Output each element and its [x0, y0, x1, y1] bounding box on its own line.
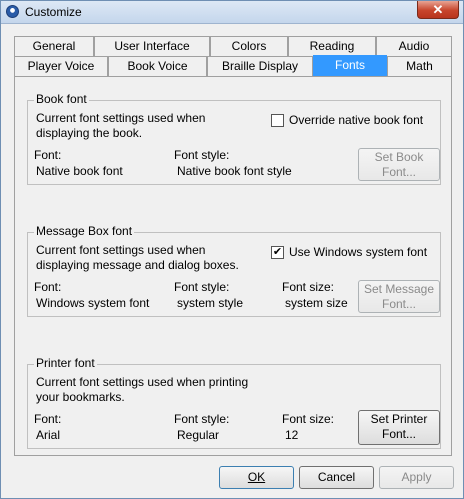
book-font-desc-line2: displaying the book. — [36, 126, 143, 140]
tab-fonts[interactable]: Fonts — [313, 55, 387, 76]
set-printer-font-button[interactable]: Set Printer Font... — [358, 410, 440, 445]
message-font-label: Font: — [34, 280, 62, 294]
tab-general[interactable]: General — [14, 36, 94, 56]
message-font-desc-line1: Current font settings used when — [36, 243, 206, 257]
printer-font-group: Printer font Current font settings used … — [27, 356, 441, 449]
ok-label: OK — [247, 470, 266, 484]
override-native-font-label[interactable]: Override native book font — [289, 113, 423, 128]
tab-braille-display[interactable]: Braille Display — [207, 56, 313, 76]
message-box-font-legend: Message Box font — [34, 224, 135, 238]
window-title: Customize — [25, 5, 82, 19]
app-icon — [6, 5, 19, 18]
printer-font-value: Arial — [36, 428, 61, 442]
printer-font-desc-line2: your bookmarks. — [36, 390, 125, 404]
printer-font-style-label: Font style: — [174, 412, 230, 426]
printer-font-label: Font: — [34, 412, 62, 426]
message-font-style-label: Font style: — [174, 280, 230, 294]
tab-user-interface[interactable]: User Interface — [94, 36, 210, 56]
customize-window: Customize ✕ General User Interface Color… — [0, 0, 464, 499]
ok-button[interactable]: OK — [219, 466, 294, 489]
printer-font-size-value: 12 — [285, 428, 299, 442]
message-font-size-label: Font size: — [282, 280, 335, 294]
set-printer-font-line1: Set Printer — [370, 412, 428, 426]
set-book-font-button[interactable]: Set Book Font... — [358, 148, 440, 181]
set-printer-font-line2: Font... — [381, 427, 416, 441]
cancel-label: Cancel — [317, 470, 356, 484]
override-native-font-checkbox[interactable] — [271, 114, 284, 127]
apply-label: Apply — [401, 470, 432, 484]
printer-font-style-value: Regular — [177, 428, 220, 442]
tab-player-voice[interactable]: Player Voice — [14, 56, 108, 76]
close-button[interactable]: ✕ — [417, 1, 459, 19]
tab-book-voice[interactable]: Book Voice — [108, 56, 207, 76]
printer-font-desc-line1: Current font settings used when printing — [36, 375, 249, 389]
message-font-style-value: system style — [177, 296, 244, 310]
printer-font-size-label: Font size: — [282, 412, 335, 426]
cancel-button[interactable]: Cancel — [299, 466, 374, 489]
book-font-style-value: Native book font style — [177, 164, 292, 178]
set-message-font-button[interactable]: Set Message Font... — [358, 280, 440, 313]
set-message-font-line2: Font... — [381, 297, 416, 311]
message-font-desc-line2: displaying message and dialog boxes. — [36, 258, 239, 272]
tab-reading[interactable]: Reading — [288, 36, 376, 56]
book-font-value: Native book font — [36, 164, 123, 178]
apply-button[interactable]: Apply — [379, 466, 454, 489]
message-font-size-value: system size — [285, 296, 348, 310]
fonts-tab-panel: Book font Current font settings used whe… — [14, 76, 452, 456]
tab-math[interactable]: Math — [387, 56, 452, 76]
set-book-font-line1: Set Book — [374, 150, 424, 164]
use-windows-system-font-label[interactable]: Use Windows system font — [289, 245, 427, 260]
printer-font-legend: Printer font — [34, 356, 97, 370]
book-font-desc-line1: Current font settings used when — [36, 111, 206, 125]
book-font-legend: Book font — [34, 92, 89, 106]
set-book-font-line2: Font... — [381, 165, 416, 179]
message-box-font-group: Message Box font Current font settings u… — [27, 224, 441, 317]
book-font-style-label: Font style: — [174, 148, 230, 162]
tab-colors[interactable]: Colors — [210, 36, 288, 56]
message-font-value: Windows system font — [36, 296, 150, 310]
set-message-font-line1: Set Message — [363, 282, 435, 296]
book-font-group: Book font Current font settings used whe… — [27, 92, 441, 185]
book-font-label: Font: — [34, 148, 62, 162]
title-bar[interactable]: Customize ✕ — [1, 1, 463, 24]
tab-audio[interactable]: Audio — [376, 36, 452, 56]
use-windows-system-font-checkbox[interactable]: ✔ — [271, 246, 284, 259]
